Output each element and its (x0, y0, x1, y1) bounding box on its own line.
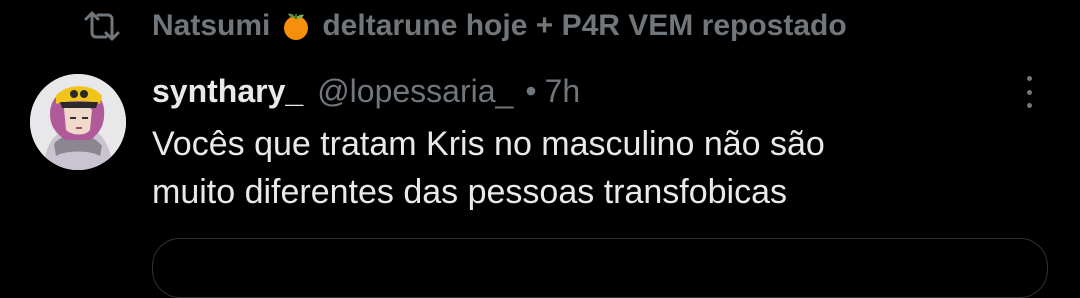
orange-emoji-icon (284, 13, 309, 40)
more-dot (1026, 89, 1032, 95)
more-dot (1026, 76, 1032, 81)
avatar[interactable] (30, 74, 126, 170)
post-timestamp[interactable]: 7h (545, 73, 581, 110)
display-name[interactable]: synthary_ (152, 73, 303, 110)
repost-action-label: repostado (701, 9, 847, 42)
avatar-image (30, 74, 126, 170)
repost-icon (84, 11, 120, 41)
post-header: synthary_ @lopessaria_ • 7h (152, 68, 580, 114)
repost-user-suffix: deltarune hoje + P4R VEM (322, 9, 694, 42)
post-text-line: Vocês que tratam Kris no masculino não s… (152, 125, 825, 163)
repost-user-name: Natsumi (152, 9, 271, 42)
quoted-post-card[interactable] (152, 238, 1048, 298)
more-vertical-icon[interactable] (1014, 72, 1044, 112)
user-handle[interactable]: @lopessaria_ (317, 73, 513, 110)
more-dot (1026, 103, 1032, 108)
separator-dot: • (525, 72, 537, 109)
post-text-line: muito diferentes das pessoas transfobica… (152, 173, 788, 211)
repost-label[interactable]: Natsumi deltarune hoje + P4R VEM reposta… (152, 9, 847, 43)
repost-context[interactable]: Natsumi deltarune hoje + P4R VEM reposta… (82, 4, 847, 48)
post-text: Vocês que tratam Kris no masculino não s… (152, 120, 1032, 216)
